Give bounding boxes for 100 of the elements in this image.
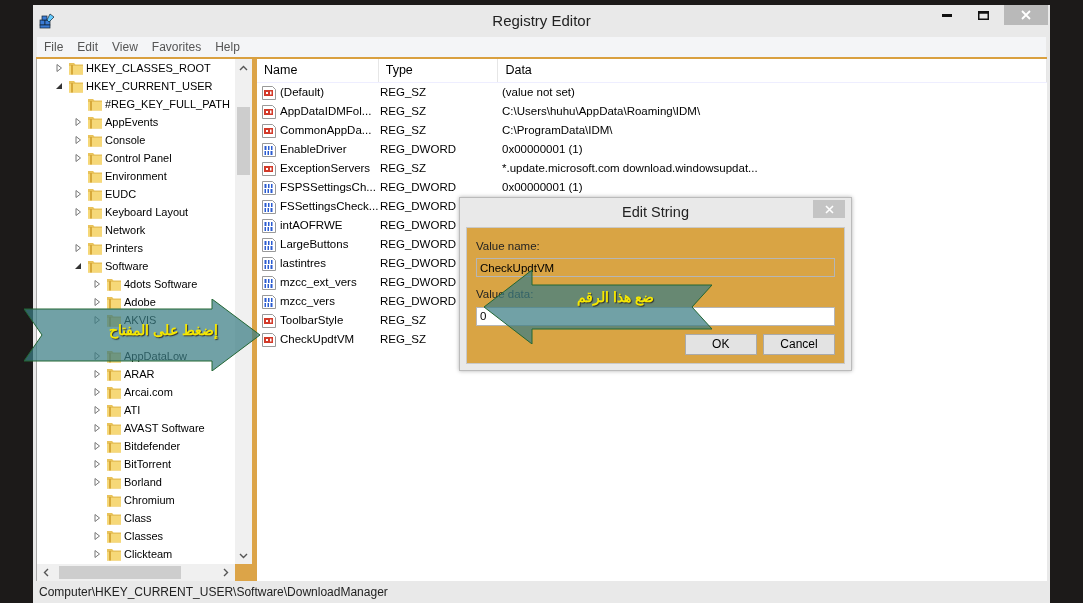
tree-item[interactable]: Environment — [105, 167, 167, 185]
value-name[interactable]: ExceptionServers — [280, 159, 371, 178]
scrollbar-thumb[interactable] — [59, 566, 181, 579]
vertical-scrollbar[interactable] — [235, 59, 252, 564]
dialog-title: Edit String — [622, 202, 689, 222]
scrollbar-thumb[interactable] — [237, 107, 250, 175]
expand-arrow-icon[interactable] — [92, 477, 102, 487]
collapse-arrow-icon[interactable] — [73, 261, 83, 271]
folder-icon — [106, 384, 122, 400]
folder-icon — [87, 258, 103, 274]
tree-item[interactable]: HKEY_CURRENT_USER — [86, 77, 213, 95]
horizontal-scrollbar[interactable] — [37, 564, 235, 581]
expand-arrow-icon[interactable] — [73, 117, 83, 127]
value-type: REG_SZ — [380, 332, 426, 345]
value-name[interactable]: lastintres — [280, 254, 327, 273]
expand-arrow-icon[interactable] — [92, 441, 102, 451]
value-name[interactable]: FSPSSettingsCh... — [280, 178, 376, 197]
column-header[interactable]: Type — [378, 59, 499, 82]
expand-arrow-icon[interactable] — [92, 405, 102, 415]
close-icon — [824, 204, 834, 214]
tree-item[interactable]: Console — [105, 131, 146, 149]
tree-item[interactable]: Class — [124, 509, 152, 527]
value-name[interactable]: CommonAppDa... — [280, 121, 372, 140]
value-name[interactable]: ToolbarStyle — [280, 311, 344, 330]
scroll-right-icon — [223, 568, 229, 577]
field-label: Value name: — [476, 239, 540, 254]
value-name[interactable]: CheckUpdtVM — [280, 330, 355, 349]
tree-item[interactable]: BitTorrent — [124, 455, 172, 473]
folder-icon — [87, 240, 103, 256]
callout-label: إضغط على المفتاح — [109, 323, 218, 339]
tree-item[interactable]: Printers — [105, 239, 143, 257]
binary-value-icon — [261, 217, 277, 234]
expand-arrow-icon[interactable] — [92, 531, 102, 541]
tree-item[interactable]: Borland — [124, 473, 162, 491]
expand-arrow-icon[interactable] — [92, 513, 102, 523]
expand-arrow-icon[interactable] — [92, 549, 102, 559]
menu-item[interactable]: Edit — [77, 38, 99, 56]
tree-item[interactable]: Arcai.com — [124, 383, 173, 401]
value-name[interactable]: LargeButtons — [280, 235, 349, 254]
value-name-field[interactable]: CheckUpdtVM — [476, 258, 835, 278]
tree-item[interactable]: ATI — [124, 401, 141, 419]
folder-icon — [106, 510, 122, 526]
folder-icon — [106, 438, 122, 454]
tree-item[interactable]: 4dots Software — [124, 275, 198, 293]
value-name[interactable]: mzcc_ext_vers — [280, 273, 357, 292]
column-header[interactable]: Name — [257, 59, 379, 82]
tree-item[interactable]: Control Panel — [105, 149, 172, 167]
expand-arrow-icon[interactable] — [73, 135, 83, 145]
expand-arrow-icon[interactable] — [92, 459, 102, 469]
tree-item[interactable]: Classes — [124, 527, 164, 545]
tree-item[interactable]: Software — [105, 257, 149, 275]
tree-item[interactable]: Network — [105, 221, 146, 239]
expand-arrow-icon[interactable] — [92, 297, 102, 307]
value-name[interactable]: AppDataIDMFol... — [280, 102, 372, 121]
expand-arrow-icon[interactable] — [73, 243, 83, 253]
tree-item[interactable]: EUDC — [105, 185, 137, 203]
value-type: REG_DWORD — [380, 237, 457, 250]
tree-item[interactable]: #REG_KEY_FULL_PATH — [105, 95, 230, 113]
tree-item[interactable]: Keyboard Layout — [105, 203, 189, 221]
tree-item[interactable]: Clickteam — [124, 545, 173, 563]
close-button[interactable] — [813, 200, 845, 218]
tree-item[interactable]: HKEY_CLASSES_ROOT — [86, 59, 211, 77]
expand-arrow-icon[interactable] — [92, 423, 102, 433]
folder-icon — [106, 528, 122, 544]
folder-icon — [106, 402, 122, 418]
folder-icon — [106, 366, 122, 382]
tree-item[interactable]: AVAST Software — [124, 419, 205, 437]
expand-arrow-icon[interactable] — [73, 189, 83, 199]
value-name[interactable]: FSSettingsCheck... — [280, 197, 379, 216]
column-header[interactable]: Data — [498, 59, 1047, 82]
menu-item[interactable]: File — [44, 38, 64, 56]
menu-item[interactable]: View — [112, 38, 138, 56]
tree-item[interactable]: Chromium — [124, 491, 175, 509]
tree-item[interactable]: Adobe — [124, 293, 156, 311]
cancel-button[interactable]: Cancel — [763, 333, 835, 355]
folder-icon — [87, 96, 103, 112]
scroll-down-icon — [239, 553, 248, 559]
expand-arrow-icon[interactable] — [92, 387, 102, 397]
value-name[interactable]: (Default) — [280, 83, 325, 102]
folder-icon — [106, 474, 122, 490]
collapse-arrow-icon[interactable] — [54, 81, 64, 91]
expand-arrow-icon[interactable] — [73, 207, 83, 217]
folder-icon — [68, 78, 84, 94]
value-name[interactable]: EnableDriver — [280, 140, 347, 159]
value-type: REG_SZ — [380, 123, 426, 136]
ok-button[interactable]: OK — [684, 333, 757, 355]
callout-label: ضع هذا الرقم — [577, 290, 654, 306]
expand-arrow-icon[interactable] — [54, 63, 64, 73]
value-name[interactable]: mzcc_vers — [280, 292, 335, 311]
menu-item[interactable]: Favorites — [151, 38, 202, 56]
tree-item[interactable]: Bitdefender — [124, 437, 181, 455]
value-type: REG_DWORD — [380, 180, 457, 193]
menu-item[interactable]: Help — [215, 38, 240, 56]
expand-arrow-icon[interactable] — [92, 369, 102, 379]
tree-item[interactable]: AppEvents — [105, 113, 159, 131]
value-type: REG_DWORD — [380, 256, 457, 269]
expand-arrow-icon[interactable] — [73, 153, 83, 163]
close-button[interactable] — [1004, 5, 1048, 25]
expand-arrow-icon[interactable] — [92, 279, 102, 289]
value-name[interactable]: intAOFRWE — [280, 216, 343, 235]
